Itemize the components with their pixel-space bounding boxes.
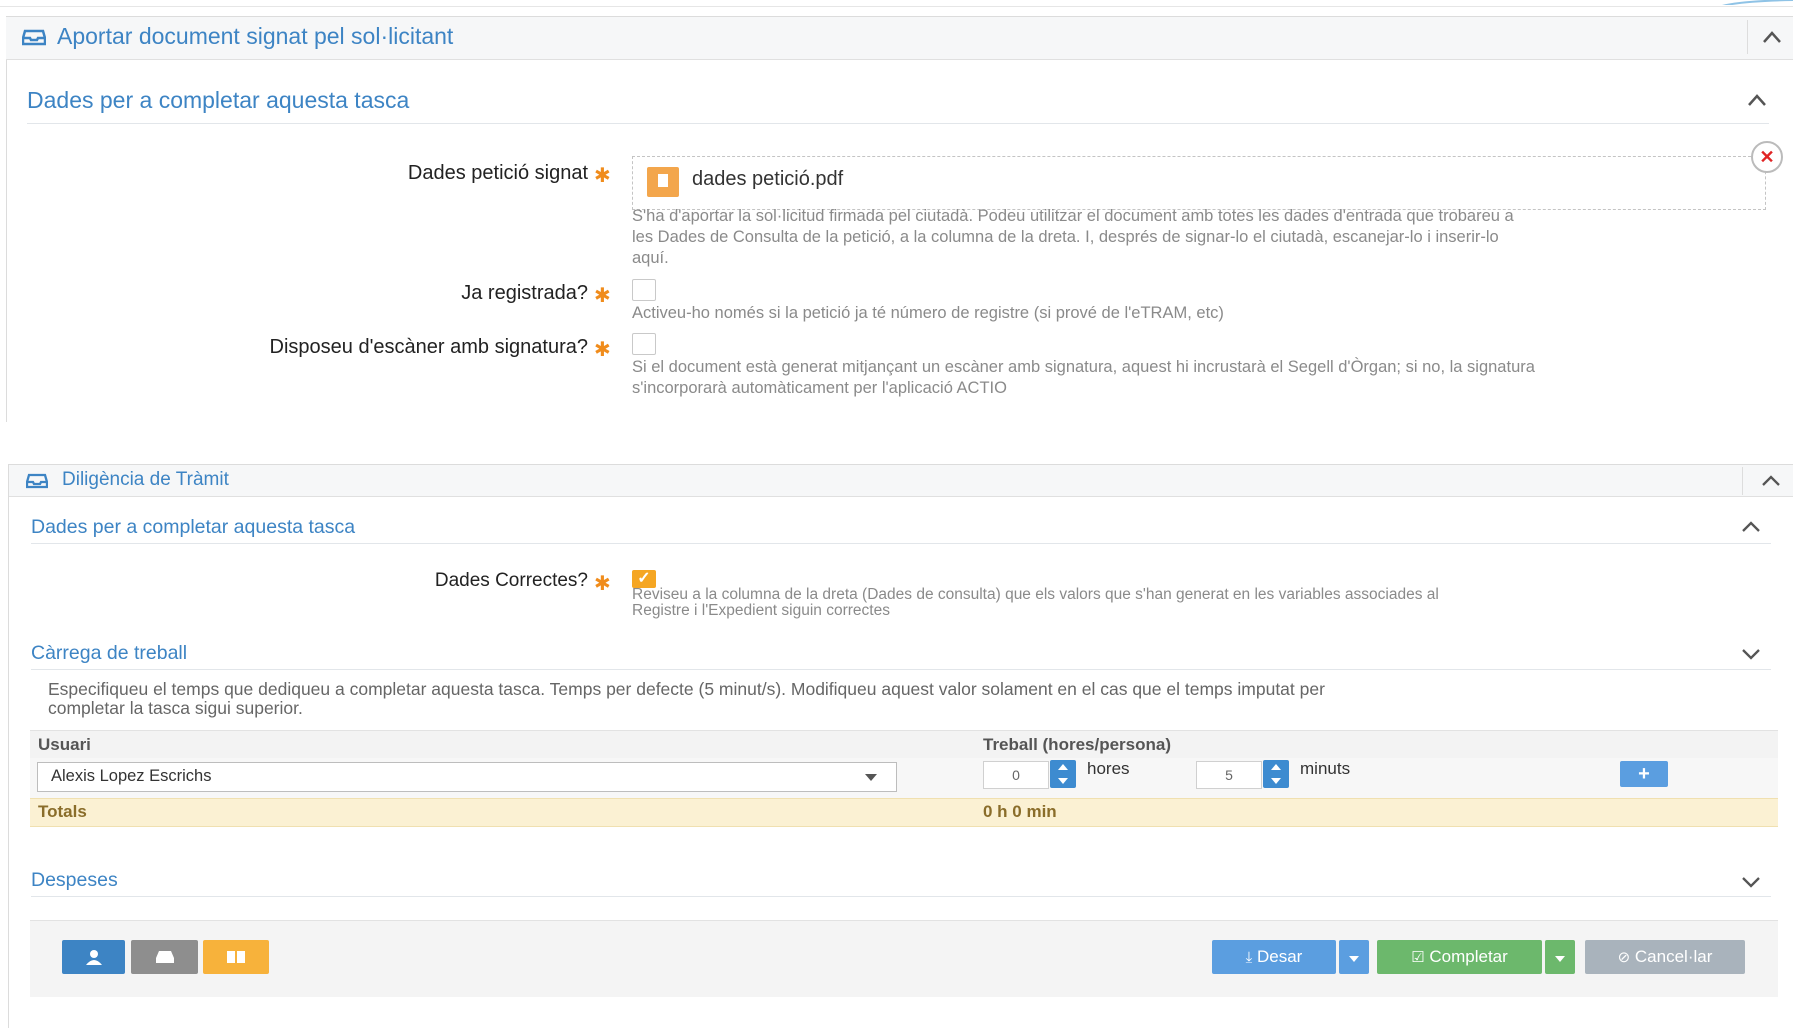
field-label-file: Dades petició signat bbox=[407, 162, 588, 184]
correct-help-text: Reviseu a la columna de la dreta (Dades … bbox=[632, 587, 1772, 619]
totals-row bbox=[30, 798, 1778, 827]
inbox-icon bbox=[155, 951, 174, 963]
top-border bbox=[0, 0, 1793, 7]
header-divider bbox=[1742, 467, 1743, 495]
field-label-registered: Ja registrada? bbox=[461, 282, 588, 304]
registered-help-text: Activeu-ho només si la petició ja té núm… bbox=[632, 304, 1224, 322]
inbox-icon bbox=[22, 29, 46, 46]
required-icon: ✱ bbox=[594, 285, 611, 307]
field-label-correct: Dades Correctes? bbox=[434, 570, 588, 591]
columns-icon bbox=[227, 951, 245, 963]
minutes-spinner-icon[interactable] bbox=[1263, 760, 1289, 788]
chevron-up-icon[interactable] bbox=[1747, 93, 1767, 107]
section-divider bbox=[31, 543, 1771, 544]
complete-label: Completar bbox=[1429, 947, 1508, 966]
save-dropdown-button[interactable] bbox=[1339, 940, 1369, 974]
inbox-button[interactable] bbox=[131, 940, 198, 974]
cancel-label: Cancel·lar bbox=[1634, 947, 1713, 966]
chevron-down-icon[interactable] bbox=[1741, 875, 1761, 888]
check-square-icon: ☑ bbox=[1411, 949, 1425, 966]
registered-checkbox[interactable] bbox=[632, 279, 656, 301]
required-icon: ✱ bbox=[594, 573, 611, 595]
panel-title: Aportar document signat pel sol·licitant bbox=[57, 23, 454, 49]
workload-table-header bbox=[30, 730, 1778, 759]
pdf-file-icon bbox=[647, 167, 679, 197]
section-divider bbox=[31, 896, 1771, 897]
workload-section-title[interactable]: Càrrega de treball bbox=[31, 642, 187, 665]
download-icon: ⤓ bbox=[1245, 949, 1253, 966]
hours-unit-label: hores bbox=[1087, 759, 1130, 778]
panel-title: Diligència de Tràmit bbox=[62, 469, 229, 490]
save-button[interactable]: ⤓ Desar bbox=[1212, 940, 1336, 974]
required-icon: ✱ bbox=[594, 339, 611, 361]
expenses-section-title[interactable]: Despeses bbox=[31, 869, 118, 892]
chevron-up-icon[interactable] bbox=[1761, 474, 1781, 487]
help-line: completar la tasca sigui superior. bbox=[48, 698, 303, 718]
section-divider bbox=[27, 123, 1769, 124]
hours-spinner-icon[interactable] bbox=[1050, 760, 1076, 788]
file-help-text: S'ha d'aportar la sol·licitud firmada pe… bbox=[632, 206, 1772, 269]
corner-decoration bbox=[1722, 0, 1793, 5]
columns-button[interactable] bbox=[203, 940, 269, 974]
hours-input[interactable]: 0 bbox=[983, 761, 1049, 789]
help-line: S'ha d'aportar la sol·licitud firmada pe… bbox=[632, 207, 1514, 225]
header-divider bbox=[1747, 20, 1748, 54]
section-title[interactable]: Dades per a completar aquesta tasca bbox=[27, 87, 409, 114]
minutes-unit-label: minuts bbox=[1300, 759, 1351, 778]
section-title[interactable]: Dades per a completar aquesta tasca bbox=[31, 516, 355, 539]
complete-button[interactable]: ☑ Completar bbox=[1377, 940, 1542, 974]
caret-down-icon bbox=[865, 774, 877, 781]
add-workload-button[interactable]: + bbox=[1620, 761, 1668, 787]
chevron-up-icon[interactable] bbox=[1741, 520, 1761, 533]
file-name[interactable]: dades petició.pdf bbox=[692, 168, 843, 191]
inbox-icon bbox=[26, 473, 48, 489]
help-line: Registre i l'Expedient siguin correctes bbox=[632, 602, 890, 619]
chevron-up-icon[interactable] bbox=[1762, 30, 1782, 44]
user-button[interactable] bbox=[62, 940, 125, 974]
section-divider bbox=[31, 669, 1771, 670]
caret-down-icon bbox=[1555, 956, 1565, 962]
required-icon: ✱ bbox=[594, 165, 611, 187]
remove-file-icon[interactable]: ✕ bbox=[1751, 141, 1783, 173]
scanner-checkbox[interactable] bbox=[632, 333, 656, 355]
help-line: s'incorporarà automàticament per l'aplic… bbox=[632, 379, 1007, 397]
user-select-value: Alexis Lopez Escrichs bbox=[51, 767, 212, 785]
totals-label: Totals bbox=[38, 802, 87, 821]
complete-dropdown-button[interactable] bbox=[1545, 940, 1575, 974]
ban-icon: ⊘ bbox=[1617, 949, 1631, 966]
panel-header[interactable] bbox=[9, 465, 1793, 497]
column-header-user: Usuari bbox=[38, 735, 91, 754]
scanner-help-text: Si el document està generat mitjançant u… bbox=[632, 357, 1772, 399]
help-line: aquí. bbox=[632, 249, 669, 267]
chevron-down-icon[interactable] bbox=[1741, 647, 1761, 660]
user-icon bbox=[85, 950, 102, 965]
cancel-button[interactable]: ⊘ Cancel·lar bbox=[1585, 940, 1745, 974]
help-line: Reviseu a la columna de la dreta (Dades … bbox=[632, 586, 1439, 603]
workload-help-text: Especifiqueu el temps que dediqueu a com… bbox=[48, 680, 1748, 718]
help-line: Especifiqueu el temps que dediqueu a com… bbox=[48, 679, 1325, 699]
help-line: les Dades de Consulta de la petició, a l… bbox=[632, 228, 1499, 246]
help-line: Si el document està generat mitjançant u… bbox=[632, 358, 1535, 376]
field-label-scanner: Disposeu d'escàner amb signatura? bbox=[269, 336, 588, 358]
save-label: Desar bbox=[1257, 947, 1303, 966]
totals-value: 0 h 0 min bbox=[983, 802, 1057, 821]
column-header-work: Treball (hores/persona) bbox=[983, 735, 1171, 754]
user-select[interactable]: Alexis Lopez Escrichs bbox=[37, 762, 897, 792]
caret-down-icon bbox=[1349, 956, 1359, 962]
minutes-input[interactable]: 5 bbox=[1196, 761, 1262, 789]
